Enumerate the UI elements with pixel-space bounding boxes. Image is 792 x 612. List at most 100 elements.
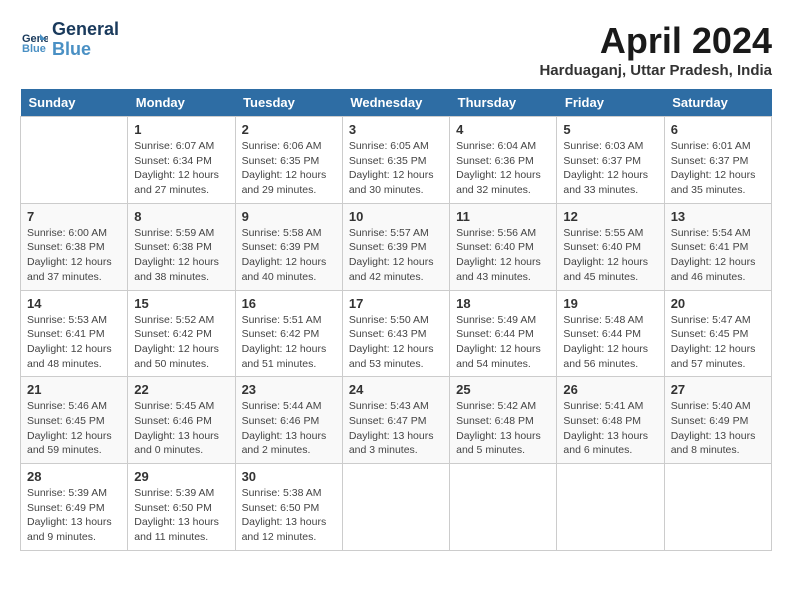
day-number: 12	[563, 209, 657, 224]
cell-info: Sunrise: 5:59 AM Sunset: 6:38 PM Dayligh…	[134, 226, 228, 285]
calendar-cell: 8 Sunrise: 5:59 AM Sunset: 6:38 PM Daylig…	[128, 203, 235, 290]
calendar-cell: 28Sunrise: 5:39 AM Sunset: 6:49 PM Dayli…	[21, 464, 128, 551]
calendar-cell	[342, 464, 449, 551]
day-number: 14	[27, 296, 121, 311]
week-row-1: 1 Sunrise: 6:07 AM Sunset: 6:34 PM Daylig…	[21, 117, 772, 204]
cell-info: Sunrise: 5:42 AM Sunset: 6:48 PM Dayligh…	[456, 399, 550, 458]
col-wednesday: Wednesday	[342, 89, 449, 117]
calendar-cell: 27Sunrise: 5:40 AM Sunset: 6:49 PM Dayli…	[664, 377, 771, 464]
calendar-cell: 29 Sunrise: 5:39 AM Sunset: 6:50 PM Dayli…	[128, 464, 235, 551]
cell-info: Sunrise: 5:51 AM Sunset: 6:42 PM Dayligh…	[242, 313, 336, 372]
cell-info: Sunrise: 5:46 AM Sunset: 6:45 PM Dayligh…	[27, 399, 121, 458]
title-block: April 2024 Harduaganj, Uttar Pradesh, In…	[539, 20, 772, 79]
calendar-cell	[21, 117, 128, 204]
cell-info: Sunrise: 5:57 AM Sunset: 6:39 PM Dayligh…	[349, 226, 443, 285]
cell-info: Sunrise: 6:07 AM Sunset: 6:34 PM Dayligh…	[134, 139, 228, 198]
week-row-5: 28Sunrise: 5:39 AM Sunset: 6:49 PM Dayli…	[21, 464, 772, 551]
day-number: 4	[456, 122, 550, 137]
cell-info: Sunrise: 5:45 AM Sunset: 6:46 PM Dayligh…	[134, 399, 228, 458]
col-thursday: Thursday	[450, 89, 557, 117]
day-number: 19	[563, 296, 657, 311]
calendar-cell: 4 Sunrise: 6:04 AM Sunset: 6:36 PM Daylig…	[450, 117, 557, 204]
cell-info: Sunrise: 5:48 AM Sunset: 6:44 PM Dayligh…	[563, 313, 657, 372]
day-number: 13	[671, 209, 765, 224]
calendar-cell: 24Sunrise: 5:43 AM Sunset: 6:47 PM Dayli…	[342, 377, 449, 464]
day-number: 30	[242, 469, 336, 484]
cell-info: Sunrise: 5:47 AM Sunset: 6:45 PM Dayligh…	[671, 313, 765, 372]
col-sunday: Sunday	[21, 89, 128, 117]
calendar-cell: 13 Sunrise: 5:54 AM Sunset: 6:41 PM Dayli…	[664, 203, 771, 290]
col-saturday: Saturday	[664, 89, 771, 117]
day-number: 7	[27, 209, 121, 224]
svg-text:Blue: Blue	[22, 43, 46, 54]
logo-icon: General Blue	[20, 26, 48, 54]
calendar-cell: 17 Sunrise: 5:50 AM Sunset: 6:43 PM Dayli…	[342, 290, 449, 377]
cell-info: Sunrise: 5:58 AM Sunset: 6:39 PM Dayligh…	[242, 226, 336, 285]
calendar-cell: 5Sunrise: 6:03 AM Sunset: 6:37 PM Daylig…	[557, 117, 664, 204]
calendar-table: Sunday Monday Tuesday Wednesday Thursday…	[20, 89, 772, 551]
day-number: 2	[242, 122, 336, 137]
day-number: 21	[27, 382, 121, 397]
day-number: 1	[134, 122, 228, 137]
cell-info: Sunrise: 5:38 AM Sunset: 6:50 PM Dayligh…	[242, 486, 336, 545]
day-number: 5	[563, 122, 657, 137]
cell-info: Sunrise: 5:49 AM Sunset: 6:44 PM Dayligh…	[456, 313, 550, 372]
calendar-cell: 19 Sunrise: 5:48 AM Sunset: 6:44 PM Dayli…	[557, 290, 664, 377]
day-number: 6	[671, 122, 765, 137]
day-number: 10	[349, 209, 443, 224]
cell-info: Sunrise: 6:00 AM Sunset: 6:38 PM Dayligh…	[27, 226, 121, 285]
week-row-3: 14 Sunrise: 5:53 AM Sunset: 6:41 PM Dayli…	[21, 290, 772, 377]
calendar-cell: 6Sunrise: 6:01 AM Sunset: 6:37 PM Daylig…	[664, 117, 771, 204]
calendar-cell: 3 Sunrise: 6:05 AM Sunset: 6:35 PM Daylig…	[342, 117, 449, 204]
cell-info: Sunrise: 5:56 AM Sunset: 6:40 PM Dayligh…	[456, 226, 550, 285]
cell-info: Sunrise: 5:55 AM Sunset: 6:40 PM Dayligh…	[563, 226, 657, 285]
calendar-cell: 2 Sunrise: 6:06 AM Sunset: 6:35 PM Daylig…	[235, 117, 342, 204]
day-number: 28	[27, 469, 121, 484]
day-number: 8	[134, 209, 228, 224]
cell-info: Sunrise: 6:05 AM Sunset: 6:35 PM Dayligh…	[349, 139, 443, 198]
calendar-cell: 15 Sunrise: 5:52 AM Sunset: 6:42 PM Dayli…	[128, 290, 235, 377]
calendar-cell: 23Sunrise: 5:44 AM Sunset: 6:46 PM Dayli…	[235, 377, 342, 464]
calendar-cell: 12 Sunrise: 5:55 AM Sunset: 6:40 PM Dayli…	[557, 203, 664, 290]
col-monday: Monday	[128, 89, 235, 117]
cell-info: Sunrise: 6:04 AM Sunset: 6:36 PM Dayligh…	[456, 139, 550, 198]
day-number: 15	[134, 296, 228, 311]
day-number: 29	[134, 469, 228, 484]
calendar-cell	[557, 464, 664, 551]
cell-info: Sunrise: 6:06 AM Sunset: 6:35 PM Dayligh…	[242, 139, 336, 198]
day-number: 9	[242, 209, 336, 224]
calendar-cell: 10 Sunrise: 5:57 AM Sunset: 6:39 PM Dayli…	[342, 203, 449, 290]
cell-info: Sunrise: 5:41 AM Sunset: 6:48 PM Dayligh…	[563, 399, 657, 458]
cell-info: Sunrise: 5:52 AM Sunset: 6:42 PM Dayligh…	[134, 313, 228, 372]
calendar-cell	[664, 464, 771, 551]
col-friday: Friday	[557, 89, 664, 117]
calendar-cell: 16 Sunrise: 5:51 AM Sunset: 6:42 PM Dayli…	[235, 290, 342, 377]
calendar-cell: 7 Sunrise: 6:00 AM Sunset: 6:38 PM Daylig…	[21, 203, 128, 290]
day-number: 18	[456, 296, 550, 311]
calendar-cell: 30 Sunrise: 5:38 AM Sunset: 6:50 PM Dayli…	[235, 464, 342, 551]
day-number: 25	[456, 382, 550, 397]
location: Harduaganj, Uttar Pradesh, India	[539, 62, 772, 79]
calendar-cell: 18 Sunrise: 5:49 AM Sunset: 6:44 PM Dayli…	[450, 290, 557, 377]
calendar-cell: 11 Sunrise: 5:56 AM Sunset: 6:40 PM Dayli…	[450, 203, 557, 290]
cell-info: Sunrise: 5:39 AM Sunset: 6:50 PM Dayligh…	[134, 486, 228, 545]
day-number: 11	[456, 209, 550, 224]
day-number: 17	[349, 296, 443, 311]
calendar-cell: 25 Sunrise: 5:42 AM Sunset: 6:48 PM Dayli…	[450, 377, 557, 464]
day-number: 26	[563, 382, 657, 397]
day-number: 23	[242, 382, 336, 397]
day-number: 16	[242, 296, 336, 311]
day-number: 22	[134, 382, 228, 397]
month-title: April 2024	[539, 20, 772, 62]
cell-info: Sunrise: 5:54 AM Sunset: 6:41 PM Dayligh…	[671, 226, 765, 285]
day-number: 20	[671, 296, 765, 311]
calendar-cell: 14 Sunrise: 5:53 AM Sunset: 6:41 PM Dayli…	[21, 290, 128, 377]
day-number: 3	[349, 122, 443, 137]
page-header: General Blue General Blue April 2024 Har…	[20, 20, 772, 79]
cell-info: Sunrise: 5:53 AM Sunset: 6:41 PM Dayligh…	[27, 313, 121, 372]
calendar-cell: 21 Sunrise: 5:46 AM Sunset: 6:45 PM Dayli…	[21, 377, 128, 464]
cell-info: Sunrise: 5:50 AM Sunset: 6:43 PM Dayligh…	[349, 313, 443, 372]
calendar-cell: 26 Sunrise: 5:41 AM Sunset: 6:48 PM Dayli…	[557, 377, 664, 464]
day-number: 27	[671, 382, 765, 397]
week-row-4: 21 Sunrise: 5:46 AM Sunset: 6:45 PM Dayli…	[21, 377, 772, 464]
